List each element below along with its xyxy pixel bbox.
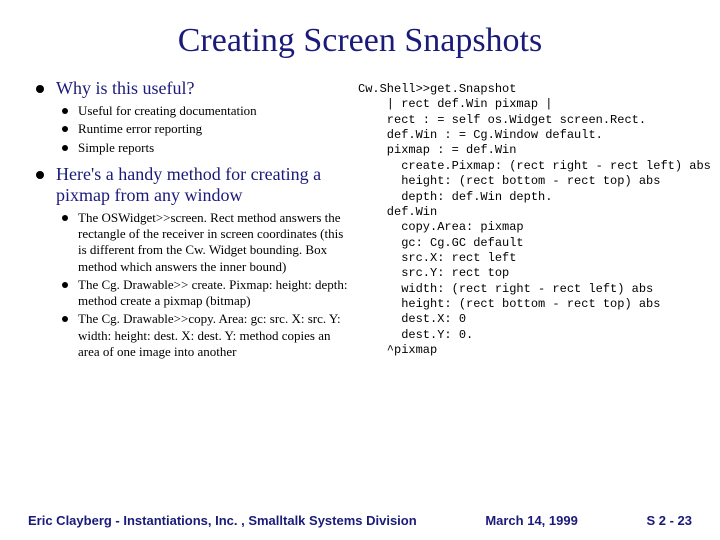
page-title: Creating Screen Snapshots — [32, 22, 688, 60]
list-item: Here's a handy method for creating a pix… — [32, 164, 350, 360]
left-column: Why is this useful? Useful for creating … — [32, 78, 350, 368]
list-item: Simple reports — [56, 140, 350, 156]
footer-author: Eric Clayberg - Instantiations, Inc. , S… — [28, 513, 417, 528]
sub-list: The OSWidget>>screen. Rect method answer… — [56, 210, 350, 360]
bullet-heading: Here's a handy method for creating a pix… — [56, 164, 321, 205]
list-item: Runtime error reporting — [56, 121, 350, 137]
footer-page: S 2 - 23 — [646, 513, 692, 528]
list-item: The OSWidget>>screen. Rect method answer… — [56, 210, 350, 275]
list-item: The Cg. Drawable>>copy. Area: gc: src. X… — [56, 311, 350, 360]
list-item: Why is this useful? Useful for creating … — [32, 78, 350, 156]
slide: Creating Screen Snapshots Why is this us… — [0, 0, 720, 540]
footer-date: March 14, 1999 — [485, 513, 578, 528]
slide-body: Why is this useful? Useful for creating … — [32, 78, 688, 368]
bullet-list: Why is this useful? Useful for creating … — [32, 78, 350, 360]
right-column: Cw.Shell>>get.Snapshot | rect def.Win pi… — [358, 78, 688, 368]
sub-list: Useful for creating documentation Runtim… — [56, 103, 350, 156]
footer: Eric Clayberg - Instantiations, Inc. , S… — [0, 513, 720, 528]
list-item: Useful for creating documentation — [56, 103, 350, 119]
bullet-heading: Why is this useful? — [56, 78, 194, 98]
code-block: Cw.Shell>>get.Snapshot | rect def.Win pi… — [358, 82, 688, 358]
list-item: The Cg. Drawable>> create. Pixmap: heigh… — [56, 277, 350, 310]
